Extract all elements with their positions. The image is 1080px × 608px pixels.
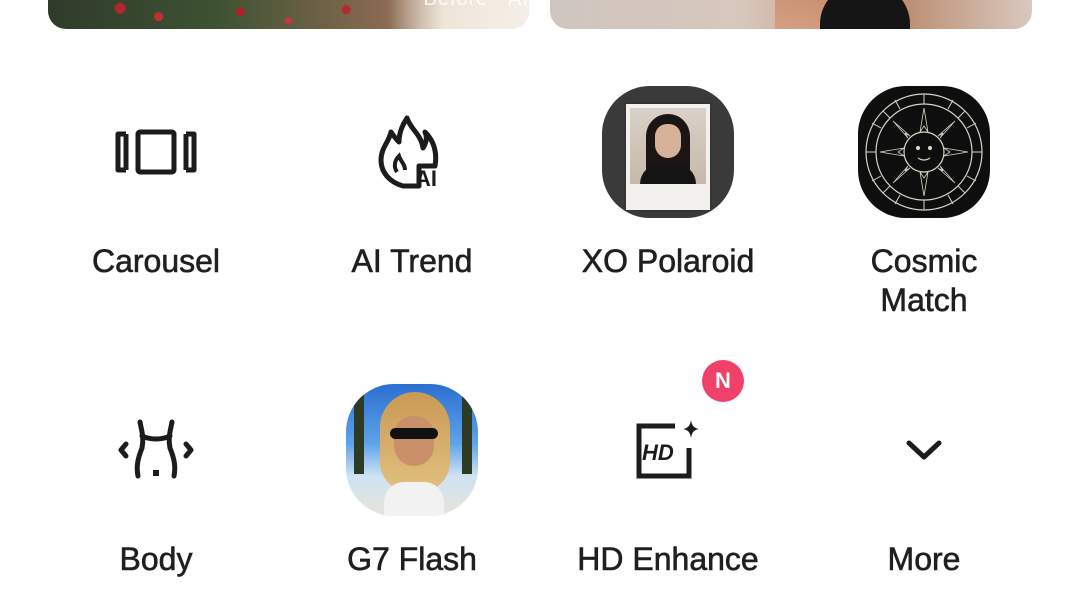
palm-tree-image bbox=[462, 394, 472, 474]
feature-carousel[interactable]: Carousel bbox=[28, 86, 284, 281]
new-badge: N bbox=[702, 360, 744, 402]
body-shape-icon bbox=[90, 384, 222, 516]
feature-hd-enhance[interactable]: HD N HD Enhance bbox=[540, 360, 796, 579]
carousel-icon bbox=[90, 86, 222, 218]
feature-xo-polaroid[interactable]: XO Polaroid bbox=[540, 86, 796, 281]
feature-label: G7 Flash bbox=[347, 541, 477, 578]
chevron-down-icon bbox=[858, 384, 990, 516]
feature-label: More bbox=[887, 541, 961, 578]
feature-body[interactable]: Body bbox=[28, 384, 284, 579]
feature-label: Cosmic Match bbox=[870, 243, 978, 319]
feature-cosmic-match[interactable]: Cosmic Match bbox=[796, 86, 1052, 320]
flash-portrait-thumbnail bbox=[346, 384, 478, 516]
feature-more[interactable]: More bbox=[796, 384, 1052, 579]
hd-sparkle-icon: HD bbox=[636, 420, 699, 479]
polaroid-body bbox=[640, 164, 696, 184]
feature-label: Body bbox=[119, 541, 193, 578]
polaroid-thumbnail bbox=[602, 86, 734, 218]
zodiac-thumbnail-wrap bbox=[858, 86, 990, 218]
feature-label: AI Trend bbox=[351, 243, 473, 280]
polaroid-photo bbox=[630, 108, 706, 184]
svg-text:HD: HD bbox=[642, 440, 674, 465]
feature-label: Carousel bbox=[91, 243, 221, 280]
ai-flame-icon: AI bbox=[346, 86, 478, 218]
polaroid-face bbox=[655, 124, 681, 158]
polaroid-frame bbox=[626, 104, 710, 210]
feature-g7-flash[interactable]: G7 Flash bbox=[284, 384, 540, 579]
portrait-top bbox=[384, 482, 444, 516]
portrait-face bbox=[394, 416, 434, 466]
polaroid-thumbnail-wrap bbox=[602, 86, 734, 218]
feature-label: HD Enhance bbox=[577, 541, 759, 578]
palm-tree-image bbox=[354, 394, 364, 474]
svg-text:AI: AI bbox=[415, 166, 437, 190]
feature-grid: Carousel AI AI Trend XO Polaroid Cosmic … bbox=[28, 0, 1052, 608]
hd-icon-wrap: HD N bbox=[602, 360, 744, 516]
feature-label: XO Polaroid bbox=[581, 243, 755, 280]
zodiac-wheel-thumbnail bbox=[858, 86, 990, 218]
sunglasses-image bbox=[390, 428, 438, 439]
feature-ai-trend[interactable]: AI AI Trend bbox=[284, 86, 540, 281]
g7-thumbnail-wrap bbox=[346, 384, 478, 516]
